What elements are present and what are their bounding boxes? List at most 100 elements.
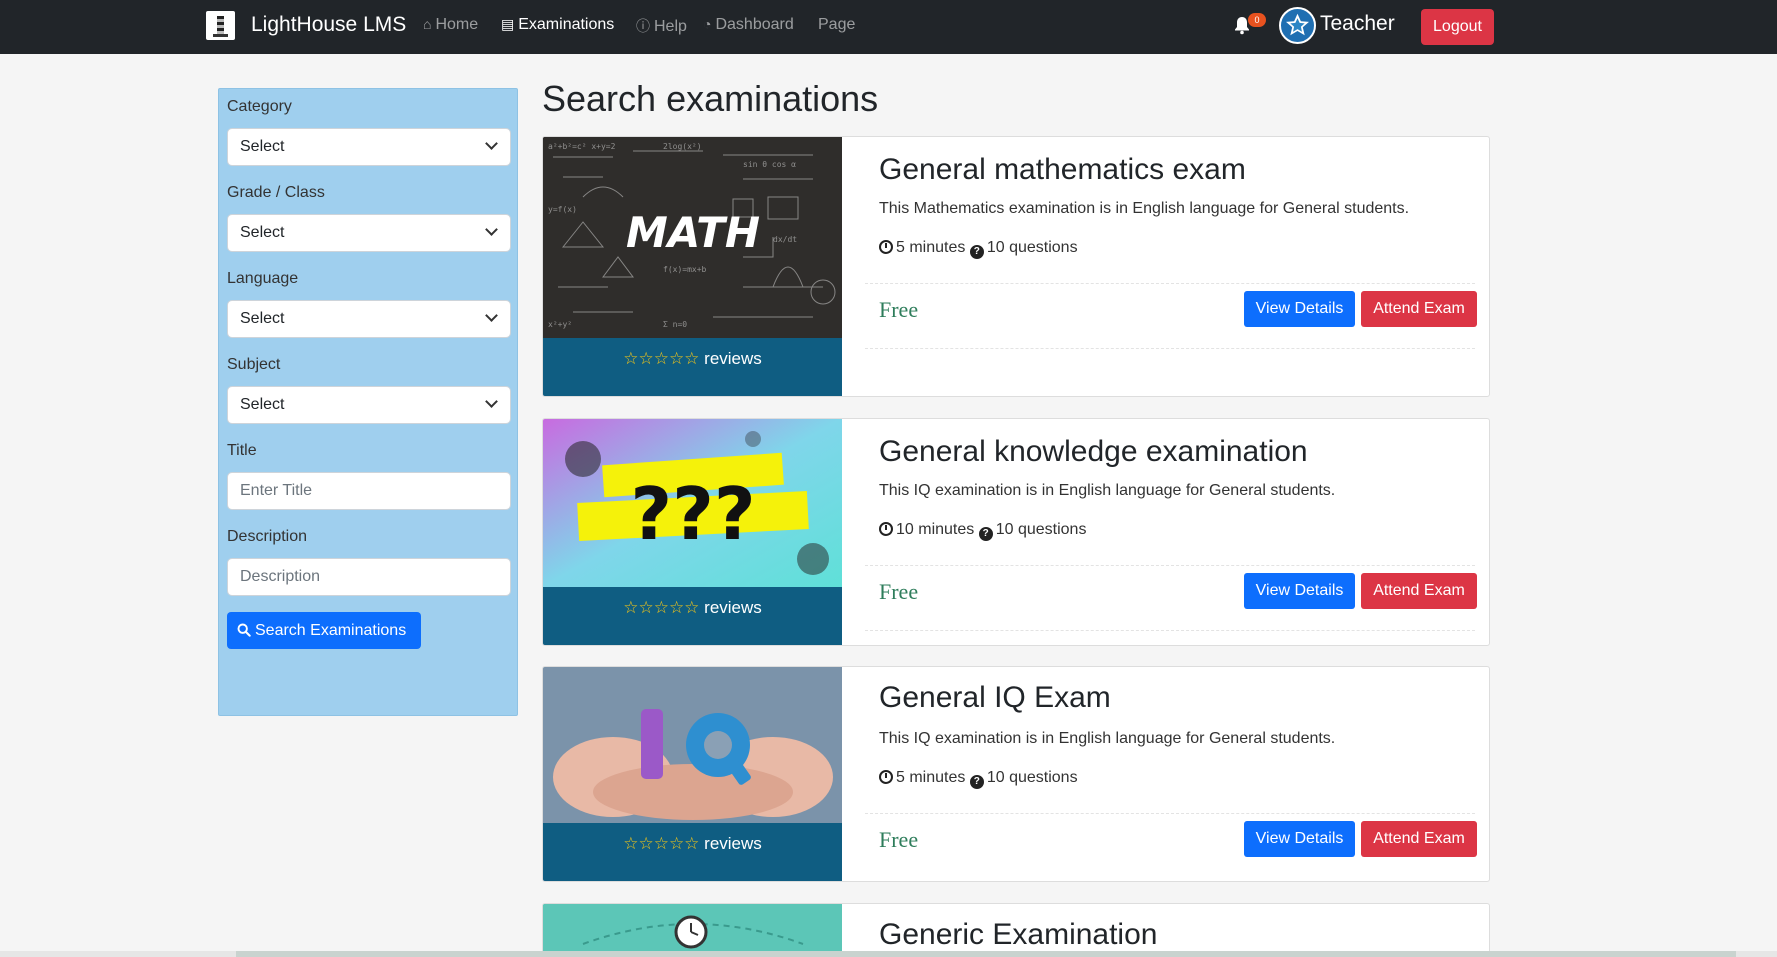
svg-text:Σ n=0: Σ n=0 [663, 320, 687, 329]
rating-bar: ☆☆☆☆☆ reviews [543, 823, 842, 881]
attend-exam-button[interactable]: Attend Exam [1361, 291, 1477, 327]
question-icon: ? [978, 527, 993, 541]
nav-home[interactable]: ⌂ Home [423, 16, 478, 34]
description-label: Description [227, 528, 308, 545]
exam-thumbnail[interactable]: ??? [543, 419, 842, 587]
dashboard-icon: ◔ [703, 16, 712, 32]
grade-select[interactable]: Select [227, 214, 511, 252]
exam-thumbnail[interactable] [543, 904, 842, 957]
lighthouse-logo-icon[interactable] [206, 11, 235, 40]
exam-description: This IQ examination is in English langua… [879, 730, 1336, 747]
subject-select[interactable]: Select [227, 386, 511, 424]
filter-sidebar: Category Select Grade / Class Select Lan… [218, 88, 518, 716]
newspaper-icon: ▤ [501, 16, 515, 32]
exam-price: Free [879, 297, 919, 322]
category-select-value: Select [240, 138, 285, 155]
divider [865, 813, 1475, 814]
exam-card: ☆☆☆☆☆ reviews General IQ Exam This IQ ex… [542, 666, 1490, 882]
exam-description: This IQ examination is in English langua… [879, 482, 1336, 499]
svg-text:2log(x²): 2log(x²) [663, 142, 702, 151]
attend-exam-button[interactable]: Attend Exam [1361, 821, 1477, 857]
exam-description: This Mathematics examination is in Engli… [879, 200, 1410, 217]
question-icon: ? [969, 245, 984, 259]
language-select[interactable]: Select [227, 300, 511, 338]
page-title: Search examinations [542, 78, 879, 119]
svg-text:f(x)=mx+b: f(x)=mx+b [663, 265, 707, 274]
category-select[interactable]: Select [227, 128, 511, 166]
language-select-value: Select [240, 310, 285, 327]
grade-select-value: Select [240, 224, 285, 241]
nav-examinations-label: Examinations [518, 16, 615, 33]
nav-help[interactable]: ⓘ Help [636, 16, 687, 36]
info-icon: ⓘ [636, 18, 650, 34]
avatar[interactable] [1279, 7, 1316, 44]
exam-meta: 10 minutes ? 10 questions [879, 521, 1086, 541]
chevron-down-icon [485, 223, 498, 236]
exam-questions: 10 questions [986, 769, 1078, 786]
title-input[interactable] [227, 472, 511, 510]
search-examinations-button[interactable]: Search Examinations [227, 612, 421, 649]
attend-exam-button[interactable]: Attend Exam [1361, 573, 1477, 609]
math-text: MATH [626, 208, 760, 257]
search-button-label: Search Examinations [255, 622, 407, 639]
nav-dashboard[interactable]: ◔ Dashboard [703, 16, 794, 34]
subject-select-value: Select [240, 396, 285, 413]
exam-price: Free [879, 827, 919, 852]
nav-page-label: Page [818, 16, 856, 33]
exam-card: ??? ☆☆☆☆☆ reviews General knowledge exam… [542, 418, 1490, 646]
exam-thumbnail[interactable] [543, 667, 842, 823]
home-icon: ⌂ [423, 16, 432, 32]
search-icon [237, 623, 251, 637]
svg-text:a²+b²=c² x+y=2: a²+b²=c² x+y=2 [548, 142, 616, 151]
scrollbar-thumb[interactable] [236, 951, 1736, 957]
category-label: Category [227, 98, 292, 115]
nav-examinations[interactable]: ▤ Examinations [501, 16, 614, 34]
exam-title[interactable]: General IQ Exam [879, 681, 1111, 715]
svg-text:y=f(x): y=f(x) [548, 205, 577, 214]
exam-card: Generic Examination [542, 903, 1490, 957]
exam-title[interactable]: General mathematics exam [879, 153, 1246, 187]
grade-label: Grade / Class [227, 184, 325, 201]
view-details-button[interactable]: View Details [1244, 291, 1355, 327]
chevron-down-icon [485, 395, 498, 408]
exam-price: Free [879, 579, 919, 604]
nav-page[interactable]: Page [818, 16, 855, 34]
divider [865, 348, 1475, 349]
star-rating-icon: ☆☆☆☆☆ [623, 349, 700, 368]
question-icon: ? [969, 775, 984, 789]
star-rating-icon: ☆☆☆☆☆ [623, 834, 700, 853]
star-rating-icon: ☆☆☆☆☆ [623, 598, 700, 617]
view-details-button[interactable]: View Details [1244, 573, 1355, 609]
exam-questions: 10 questions [986, 239, 1078, 256]
brand-name[interactable]: LightHouse LMS [251, 13, 406, 37]
reviews-label[interactable]: reviews [704, 349, 762, 368]
iq-hands-image [543, 667, 842, 823]
divider [865, 283, 1475, 284]
clock-icon [879, 522, 893, 536]
rating-bar: ☆☆☆☆☆ reviews [543, 587, 842, 645]
view-details-button[interactable]: View Details [1244, 821, 1355, 857]
reviews-label[interactable]: reviews [704, 834, 762, 853]
stopwatch-image [543, 904, 842, 957]
reviews-label[interactable]: reviews [704, 598, 762, 617]
exam-title[interactable]: General knowledge examination [879, 435, 1308, 469]
subject-label: Subject [227, 356, 281, 373]
language-label: Language [227, 270, 299, 287]
exam-card: a²+b²=c² x+y=2 2log(x²) sin θ cos α y=f(x)… [542, 136, 1490, 397]
logout-button[interactable]: Logout [1421, 9, 1494, 45]
chevron-down-icon [485, 137, 498, 150]
exam-questions: 10 questions [995, 521, 1087, 538]
exam-title[interactable]: Generic Examination [879, 918, 1157, 952]
notification-badge: 0 [1248, 13, 1266, 27]
svg-text:x²+y²: x²+y² [548, 320, 572, 329]
rating-bar: ☆☆☆☆☆ reviews [543, 338, 842, 396]
nav-home-label: Home [435, 16, 479, 33]
user-name[interactable]: Teacher [1320, 12, 1395, 36]
nav-help-label: Help [654, 18, 687, 35]
divider [865, 630, 1475, 631]
exam-thumbnail[interactable]: a²+b²=c² x+y=2 2log(x²) sin θ cos α y=f(x)… [543, 137, 842, 338]
divider [865, 565, 1475, 566]
description-input[interactable] [227, 558, 511, 596]
math-chalkboard-image: a²+b²=c² x+y=2 2log(x²) sin θ cos α y=f(x)… [543, 137, 842, 338]
title-label: Title [227, 442, 257, 459]
